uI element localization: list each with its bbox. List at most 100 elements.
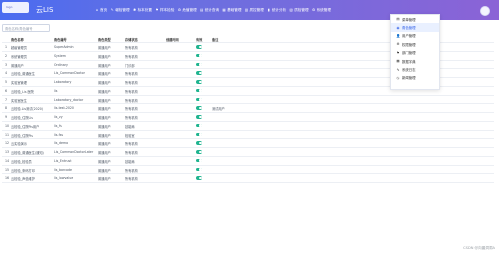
table-row[interactable]: 10 云检验_住院Pis用户 lis_fs 普通用户 技能局 [2, 122, 494, 131]
dropdown-item-5[interactable]: ▦ 数据字典 [391, 57, 439, 65]
row-index: 16 [5, 176, 10, 181]
role-name: 云检验-Lis测试(2020) [11, 107, 44, 112]
dropdown-item-4[interactable]: ⚑ 部门管理 [391, 49, 439, 57]
nav-item-8[interactable]: ▮ 统计分析 [267, 8, 286, 13]
watermark: CSDN @向晨洞洞A [463, 246, 495, 250]
table-row[interactable]: 7 实验室医生 Laboratory_doctor 普通用户 所有机构 [2, 96, 494, 105]
role-name: 云检验_声值维护 [11, 177, 35, 182]
role-code: Lis_CommonDoctorLater [54, 150, 94, 154]
table-row[interactable]: 15 云检验_条码打印 lis_barcode 普通用户 所有机构 [2, 166, 494, 175]
role-name: 云检验_住院Pis [11, 133, 33, 138]
enabled-toggle[interactable] [196, 123, 202, 128]
nav-item-6[interactable]: ▦ 基础管理 [222, 8, 241, 13]
role-name: 云实验演示 [11, 142, 27, 147]
dropdown-item-label: 系统日志 [402, 68, 416, 73]
enabled-toggle[interactable] [196, 97, 202, 102]
gear-icon: ⚙ [177, 8, 181, 12]
enabled-toggle[interactable] [196, 167, 202, 172]
enabled-toggle[interactable] [196, 150, 202, 154]
nav-item-9[interactable]: ▧ 质检管理 [289, 8, 308, 13]
role-name: 普通用户 [11, 63, 24, 68]
role-name: 云检验_住院Lis [11, 116, 33, 120]
nav-item-2[interactable]: ✱ 标本处置 [133, 8, 152, 13]
enabled-toggle[interactable] [196, 53, 202, 58]
avatar[interactable] [480, 6, 490, 16]
enabled-toggle[interactable] [196, 132, 202, 137]
nav-item-label: 质检管理 [294, 7, 309, 12]
dropdown-item-label: 角色管理 [402, 26, 416, 31]
enabled-toggle[interactable] [196, 80, 202, 84]
role-type: 普通用户 [98, 98, 111, 103]
role-code: lis-fss [54, 132, 64, 137]
nav-item-3[interactable]: ⚑ 样本检验 [155, 8, 174, 13]
enabled-toggle[interactable] [196, 158, 202, 163]
header-type: 角色类型 [98, 38, 111, 42]
role-type: 普通用户 [98, 107, 111, 112]
role-scope: 所有机构 [125, 142, 138, 147]
role-scope: 所有机构 [125, 168, 138, 173]
permission-icon: ⚙ [396, 42, 400, 47]
role-scope: 所有机构 [125, 151, 138, 155]
role-name: 云检验_Lis 医院 [11, 89, 34, 94]
dropdown-item-2[interactable]: 👤 用户管理 [391, 32, 439, 40]
table-row[interactable]: 12 云实验演示 lis_demo 普通用户 所有机构 [2, 139, 494, 148]
row-index: 2 [5, 53, 8, 58]
enabled-toggle[interactable] [196, 45, 202, 49]
dropdown-item-6[interactable]: ✎ 系统日志 [391, 65, 439, 73]
table-row[interactable]: 9 云检验_住院Lis lis_zy 普通用户 所有机构 [2, 113, 494, 122]
role-type: 普通用户 [98, 72, 111, 77]
role-scope: 所有机构 [125, 89, 138, 94]
nav-item-10[interactable]: ⚙ 系统管理 [312, 8, 331, 13]
role-type: 普通用户 [98, 54, 111, 59]
role-code: lis_fs [54, 123, 62, 128]
nav-item-5[interactable]: ▤ 统计查询 [200, 8, 219, 13]
enabled-toggle[interactable] [196, 88, 202, 93]
nav-item-7[interactable]: ▥ 质控管理 [244, 8, 264, 13]
dropdown-item-label: 部门管理 [402, 51, 416, 56]
enabled-toggle[interactable] [196, 115, 202, 119]
role-type: 普通用户 [98, 89, 111, 94]
role-code: lis-test-2020 [54, 106, 74, 111]
role-code: SuperAdmin [54, 45, 74, 49]
dropdown-item-label: 权限管理 [402, 42, 416, 47]
app-logo[interactable]: logo [2, 2, 29, 13]
dropdown-item-3[interactable]: ⚙ 权限管理 [391, 40, 439, 48]
dropdown-item-label: 数据字典 [402, 59, 416, 64]
row-index: 9 [5, 115, 8, 119]
enabled-toggle[interactable] [196, 71, 202, 75]
header-enabled: 有效 [196, 38, 203, 42]
table-row[interactable]: 8 云检验-Lis测试(2020) lis-test-2020 普通用户 所有机构 测试用… [2, 104, 494, 113]
search-input[interactable]: 角色名称/角色编号 [2, 24, 50, 32]
dropdown-item-0[interactable]: ▤ 菜单管理 [391, 15, 439, 23]
role-scope: 技能局 [125, 124, 135, 129]
nav-item-label: 标本处置 [137, 7, 152, 12]
table-row[interactable]: 11 云检验_住院Pis lis-fss 普通用户 检验室 [2, 131, 494, 140]
enabled-toggle[interactable] [196, 141, 202, 145]
nav-item-label: 危值管理 [182, 7, 197, 12]
log-icon: ✎ [396, 67, 400, 72]
role-name: 云检验_住院Pis用户 [11, 124, 40, 129]
role-scope: 所有机构 [125, 72, 138, 77]
enabled-toggle[interactable] [196, 106, 202, 110]
role-type: 普通用户 [98, 142, 111, 147]
book-icon: ▧ [289, 8, 293, 12]
enabled-toggle[interactable] [196, 62, 202, 67]
nav-item-1[interactable]: ✎ 報检管理 [110, 8, 130, 13]
table-row[interactable]: 14 云检验_检验员 Lis_Entrust 普通用户 技能局 [2, 157, 494, 166]
table-row[interactable]: 16 云检验_声值维护 lis_lowvalue 普通用户 所有机构 [2, 174, 494, 183]
enabled-toggle[interactable] [196, 176, 202, 180]
doc-icon: ▦ [222, 8, 226, 12]
nav-item-4[interactable]: ⚙ 危值管理 [177, 7, 197, 13]
role-scope: 所有机构 [125, 46, 138, 50]
dropdown-item-1[interactable]: ◉ 角色管理 [391, 23, 439, 32]
nav-item-0[interactable]: ⌂ 首页 [95, 8, 107, 13]
role-code: lis [54, 88, 58, 93]
table-row[interactable]: 13 云检验_普通医生(通知) Lis_CommonDoctorLater 普通用户 所… [2, 148, 494, 157]
logo-text: logo [6, 5, 13, 9]
role-note: 测试用户 [212, 107, 225, 112]
role-code: lis_zy [54, 115, 63, 119]
dropdown-item-7[interactable]: ◷ 新闻管理 [391, 74, 439, 82]
role-name: 云检验_普通医生(通知) [11, 151, 44, 155]
row-index: 6 [5, 88, 8, 93]
role-name: 云检验_普通医生 [11, 72, 35, 77]
